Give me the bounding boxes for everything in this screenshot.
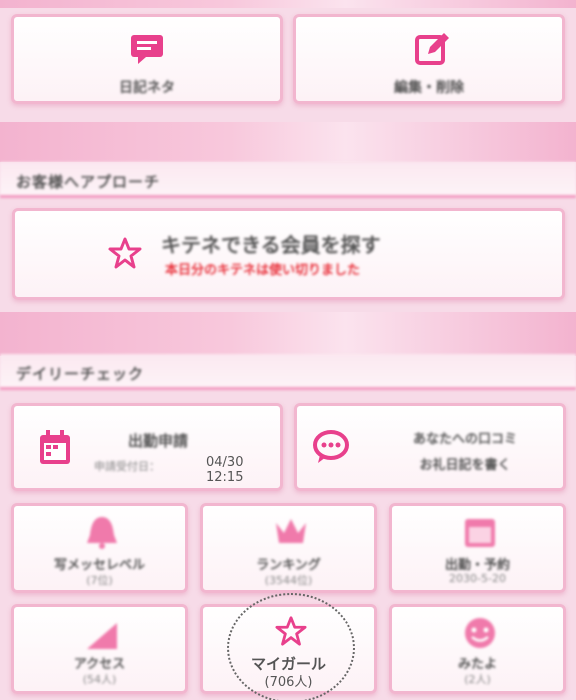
my-girl-button[interactable]: マイガール (706人) bbox=[200, 593, 377, 700]
mitayo-label: みたよ bbox=[457, 657, 497, 672]
daily-section-title: デイリーチェック bbox=[0, 354, 576, 390]
ranking-button[interactable]: ランキング (3544位) bbox=[200, 503, 377, 593]
edit-delete-label: 編集・削除 bbox=[394, 80, 464, 96]
shift-request-note: 申請受付日： bbox=[94, 460, 160, 473]
photo-message-level-label: 写メッセレベル bbox=[53, 558, 145, 573]
ranking-label: ランキング bbox=[256, 558, 321, 573]
shift-reservation-value: 2030-5-20 bbox=[449, 572, 506, 585]
edit-icon bbox=[413, 31, 451, 67]
diary-topic-button[interactable]: 日記ネタ bbox=[11, 14, 283, 104]
calendar-icon bbox=[36, 428, 74, 468]
shift-reservation-label: 出勤・予約 bbox=[444, 558, 510, 573]
chat-icon bbox=[127, 31, 167, 67]
top-band bbox=[0, 0, 576, 8]
smiley-icon bbox=[460, 613, 500, 653]
my-girl-value: (706人) bbox=[264, 675, 313, 690]
photo-message-level-value: (7位) bbox=[86, 574, 113, 587]
crown-icon bbox=[271, 512, 311, 552]
review-line2: お礼日記を書く bbox=[419, 458, 511, 473]
edit-delete-button[interactable]: 編集・削除 bbox=[293, 14, 565, 104]
review-line1: あなたへの口コミ bbox=[412, 432, 517, 447]
diary-topic-label: 日記ネタ bbox=[119, 80, 175, 96]
approach-section-title: お客様へアプローチ bbox=[0, 162, 576, 198]
review-thanks-button[interactable]: あなたへの口コミ お礼日記を書く bbox=[294, 403, 566, 491]
divider-band-1 bbox=[0, 122, 576, 162]
shift-reservation-button[interactable]: 出勤・予約 2030-5-20 bbox=[389, 503, 566, 593]
photo-message-level-button[interactable]: 写メッセレベル (7位) bbox=[11, 503, 188, 593]
divider-band-2 bbox=[0, 312, 576, 356]
access-label: アクセス bbox=[73, 657, 126, 672]
search-members-title: キテネできる会員を探す bbox=[161, 233, 381, 257]
access-value: (54人) bbox=[82, 673, 117, 686]
search-members-button[interactable]: キテネできる会員を探す 本日分のキテネは使い切りました bbox=[12, 208, 565, 300]
calendar-grid-icon bbox=[460, 512, 500, 552]
speech-bubble-icon bbox=[311, 428, 351, 466]
mitayo-button[interactable]: みたよ (2人) bbox=[389, 604, 566, 694]
search-members-note: 本日分のキテネは使い切りました bbox=[165, 263, 361, 278]
access-button[interactable]: アクセス (54人) bbox=[11, 604, 188, 694]
bell-icon bbox=[82, 512, 122, 552]
shift-request-button[interactable]: 出勤申請 申請受付日： 04/30 12:15 bbox=[11, 403, 283, 491]
star-outline-icon bbox=[273, 613, 309, 649]
ranking-value: (3544位) bbox=[264, 574, 313, 587]
star-icon bbox=[107, 235, 143, 271]
shift-request-time: 04/30 12:15 bbox=[206, 455, 244, 485]
shift-request-title: 出勤申請 bbox=[128, 432, 189, 450]
bar-chart-icon bbox=[82, 615, 122, 655]
mitayo-value: (2人) bbox=[464, 673, 491, 686]
